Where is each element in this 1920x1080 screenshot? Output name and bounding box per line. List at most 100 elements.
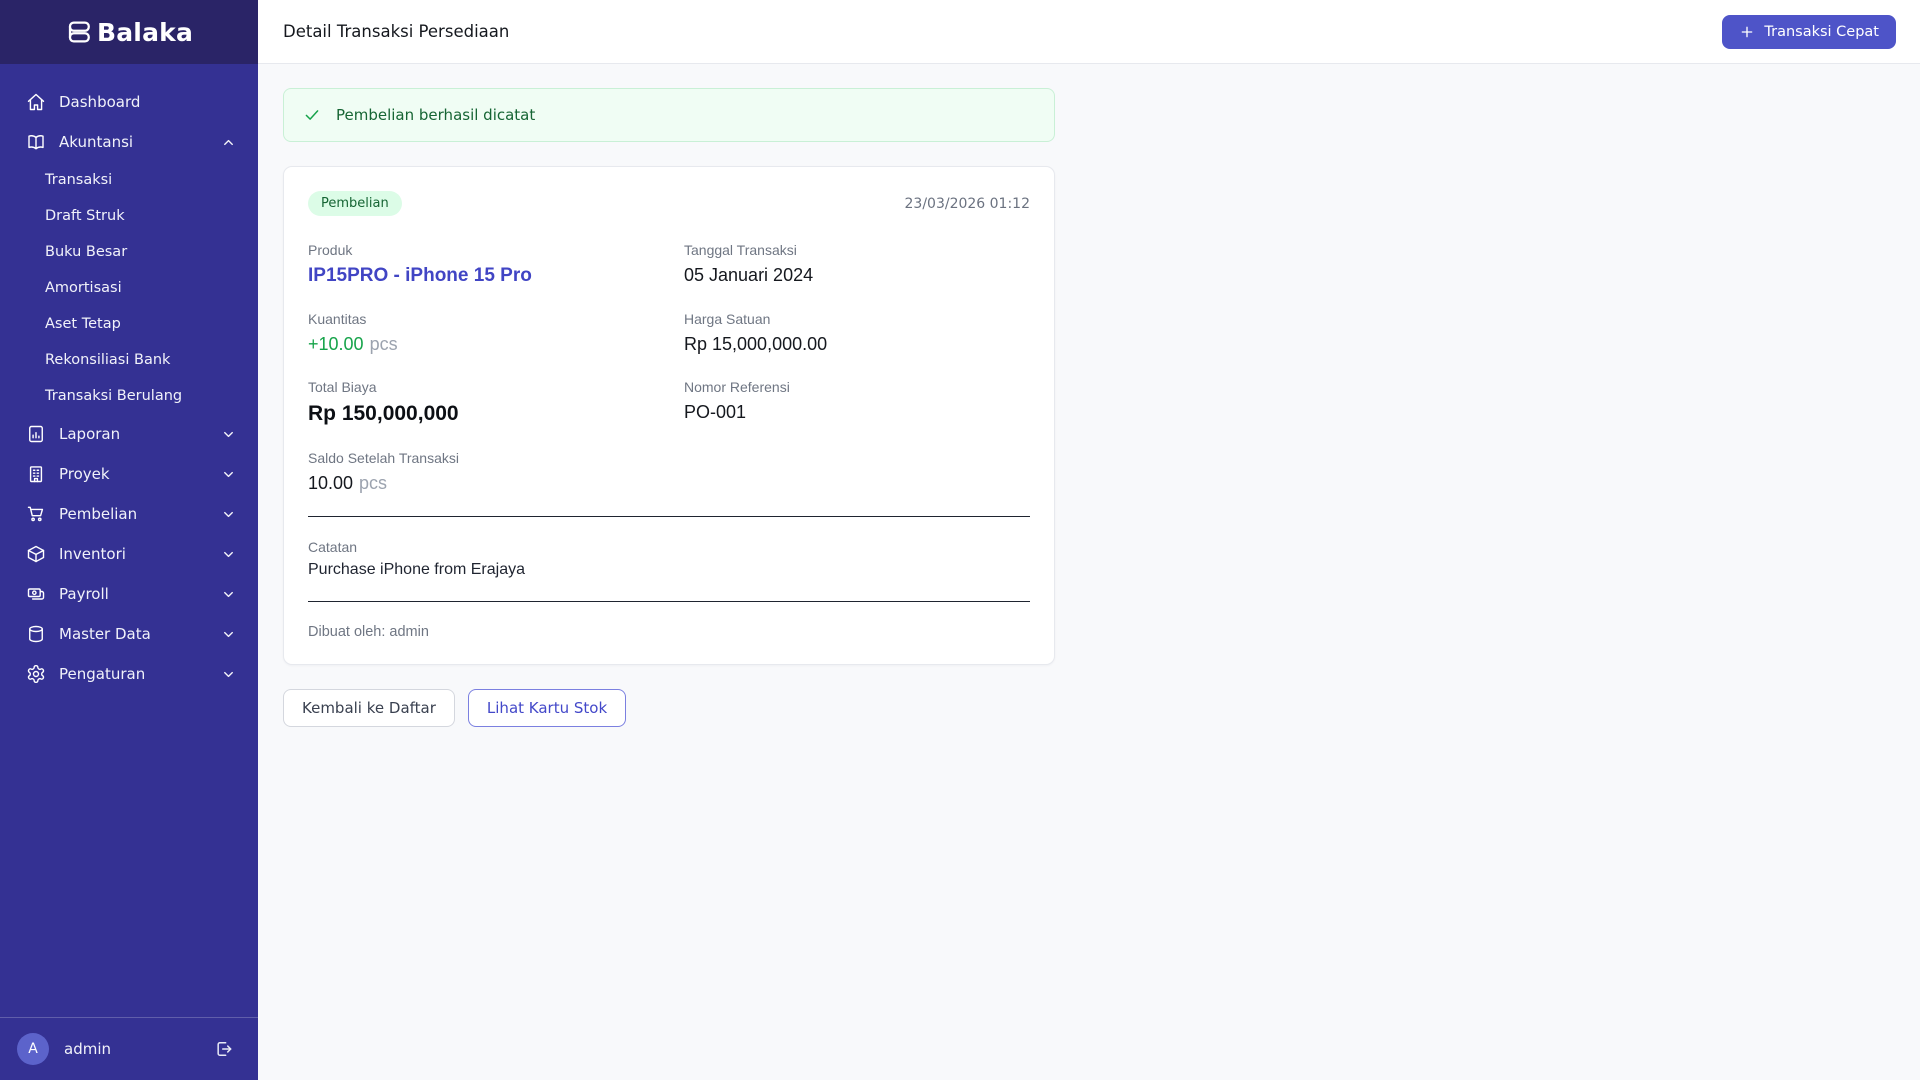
success-alert: Pembelian berhasil dicatat [283, 88, 1055, 142]
field-label: Saldo Setelah Transaksi [308, 450, 459, 466]
sidebar-item-rekonsiliasi-bank[interactable]: Rekonsiliasi Bank [0, 342, 258, 378]
brand-logo-icon [68, 21, 90, 43]
sidebar-item-proyek[interactable]: Proyek [0, 454, 258, 494]
chevron-down-icon [224, 471, 233, 477]
database-icon [29, 625, 43, 643]
alert-message: Pembelian berhasil dicatat [336, 106, 536, 124]
quick-transaction-label: Transaksi Cepat [1764, 23, 1879, 40]
back-to-list-button[interactable]: Kembali ke Daftar [283, 689, 455, 727]
field-label: Kuantitas [308, 311, 367, 327]
sidebar-item-label: Inventori [59, 545, 126, 563]
main-area: Detail Transaksi Persediaan Transaksi Ce… [258, 0, 1920, 1080]
field-label: Nomor Referensi [684, 379, 790, 395]
created-by: Dibuat oleh: admin [308, 624, 429, 640]
total-cost-value: Rp 150,000,000 [308, 402, 459, 425]
quantity-unit: pcs [369, 334, 398, 354]
chevron-down-icon [224, 631, 233, 637]
sidebar-item-label: Dashboard [59, 93, 141, 111]
note-label: Catatan [308, 539, 358, 555]
sidebar-item-label: Payroll [59, 585, 109, 603]
sidebar-item-label: Pengaturan [59, 665, 146, 683]
chevron-down-icon [224, 671, 233, 677]
sidebar-item-pengaturan[interactable]: Pengaturan [0, 654, 258, 694]
chart-document-icon [29, 425, 43, 443]
sidebar-item-amortisasi[interactable]: Amortisasi [0, 270, 258, 306]
app-root: Balaka Dashboard Akuntansi Transaksi Dra… [0, 0, 1920, 1080]
chevron-down-icon [224, 511, 233, 517]
shopping-cart-icon [27, 506, 44, 522]
field-total-biaya: Total Biaya Rp 150,000,000 [308, 379, 654, 426]
username: admin [64, 1040, 111, 1058]
logout-icon [217, 1042, 232, 1056]
sidebar-item-label: Proyek [59, 465, 110, 483]
field-label: Produk [308, 242, 353, 258]
field-value: Rp 15,000,000.00 [684, 334, 828, 354]
sidebar-item-label: Laporan [59, 425, 121, 443]
sidebar-item-payroll[interactable]: Payroll [0, 574, 258, 614]
field-catatan: Catatan Purchase iPhone from Erajaya [308, 539, 1030, 579]
sidebar-item-transaksi[interactable]: Transaksi [0, 162, 258, 198]
sidebar-item-inventori[interactable]: Inventori [0, 534, 258, 574]
banknotes-icon [27, 588, 45, 600]
field-label: Total Biaya [308, 379, 377, 395]
field-label: Tanggal Transaksi [684, 242, 797, 258]
quick-transaction-button[interactable]: Transaksi Cepat [1722, 14, 1896, 49]
quantity-number: +10.00 [308, 334, 364, 354]
chevron-down-icon [224, 591, 233, 597]
transaction-timestamp: 23/03/2026 01:12 [904, 195, 1031, 212]
balance-number: 10.00 [308, 473, 354, 493]
sidebar-item-label: Master Data [59, 625, 151, 643]
sidebar-item-laporan[interactable]: Laporan [0, 414, 258, 454]
balance-unit: pcs [359, 473, 388, 493]
home-icon [27, 93, 45, 111]
balance-value: 10.00 pcs [308, 473, 654, 494]
brand-name: Balaka [96, 17, 194, 47]
content: Pembelian berhasil dicatat Pembelian 23/… [258, 64, 1920, 1080]
chevron-down-icon [224, 431, 233, 437]
cube-icon [27, 545, 45, 563]
field-label: Harga Satuan [684, 311, 771, 327]
brand-logo[interactable]: Balaka [0, 0, 258, 64]
avatar: A [17, 1033, 49, 1065]
view-stock-card-button[interactable]: Lihat Kartu Stok [467, 689, 627, 727]
plus-icon [1742, 26, 1753, 37]
sidebar-item-master-data[interactable]: Master Data [0, 614, 258, 654]
gear-icon [27, 664, 45, 684]
building-icon [29, 466, 43, 483]
topbar: Detail Transaksi Persediaan Transaksi Ce… [258, 0, 1920, 64]
note-value: Purchase iPhone from Erajaya [308, 561, 525, 578]
divider [308, 516, 1030, 517]
product-value: IP15PRO - iPhone 15 Pro [308, 265, 532, 286]
sidebar-footer: A admin [0, 1017, 258, 1080]
sidebar-item-label: Akuntansi [59, 133, 134, 151]
sidebar-item-pembelian[interactable]: Pembelian [0, 494, 258, 534]
sidebar: Balaka Dashboard Akuntansi Transaksi Dra… [0, 0, 258, 1080]
card-header: Pembelian 23/03/2026 01:12 [308, 191, 1030, 216]
field-tanggal-transaksi: Tanggal Transaksi 05 Januari 2024 [684, 242, 1030, 287]
field-kuantitas: Kuantitas +10.00 pcs [308, 311, 654, 355]
sidebar-item-akuntansi[interactable]: Akuntansi [0, 122, 258, 162]
sidebar-item-dashboard[interactable]: Dashboard [0, 82, 258, 122]
sidebar-nav: Dashboard Akuntansi Transaksi Draft Stru… [0, 64, 258, 694]
field-grid: Produk IP15PRO - iPhone 15 Pro Tanggal T… [308, 242, 1030, 494]
chevron-down-icon [224, 551, 233, 557]
akuntansi-submenu: Transaksi Draft Struk Buku Besar Amortis… [0, 162, 258, 414]
action-buttons: Kembali ke Daftar Lihat Kartu Stok [283, 689, 1895, 727]
sidebar-item-aset-tetap[interactable]: Aset Tetap [0, 306, 258, 342]
field-value: PO-001 [684, 402, 747, 422]
book-open-icon [28, 135, 44, 150]
sidebar-item-draft-struk[interactable]: Draft Struk [0, 198, 258, 234]
field-value: 05 Januari 2024 [684, 265, 814, 285]
field-produk: Produk IP15PRO - iPhone 15 Pro [308, 242, 654, 287]
transaction-detail-card: Pembelian 23/03/2026 01:12 Produk IP15PR… [283, 166, 1055, 665]
quantity-value: +10.00 pcs [308, 334, 654, 355]
divider [308, 601, 1030, 602]
field-saldo-setelah-transaksi: Saldo Setelah Transaksi 10.00 pcs [308, 450, 654, 494]
field-harga-satuan: Harga Satuan Rp 15,000,000.00 [684, 311, 1030, 355]
sidebar-item-buku-besar[interactable]: Buku Besar [0, 234, 258, 270]
chevron-up-icon [224, 139, 233, 145]
sidebar-item-transaksi-berulang[interactable]: Transaksi Berulang [0, 378, 258, 414]
page-title: Detail Transaksi Persediaan [283, 22, 510, 41]
field-nomor-referensi: Nomor Referensi PO-001 [684, 379, 1030, 426]
logout-button[interactable] [212, 1037, 236, 1061]
